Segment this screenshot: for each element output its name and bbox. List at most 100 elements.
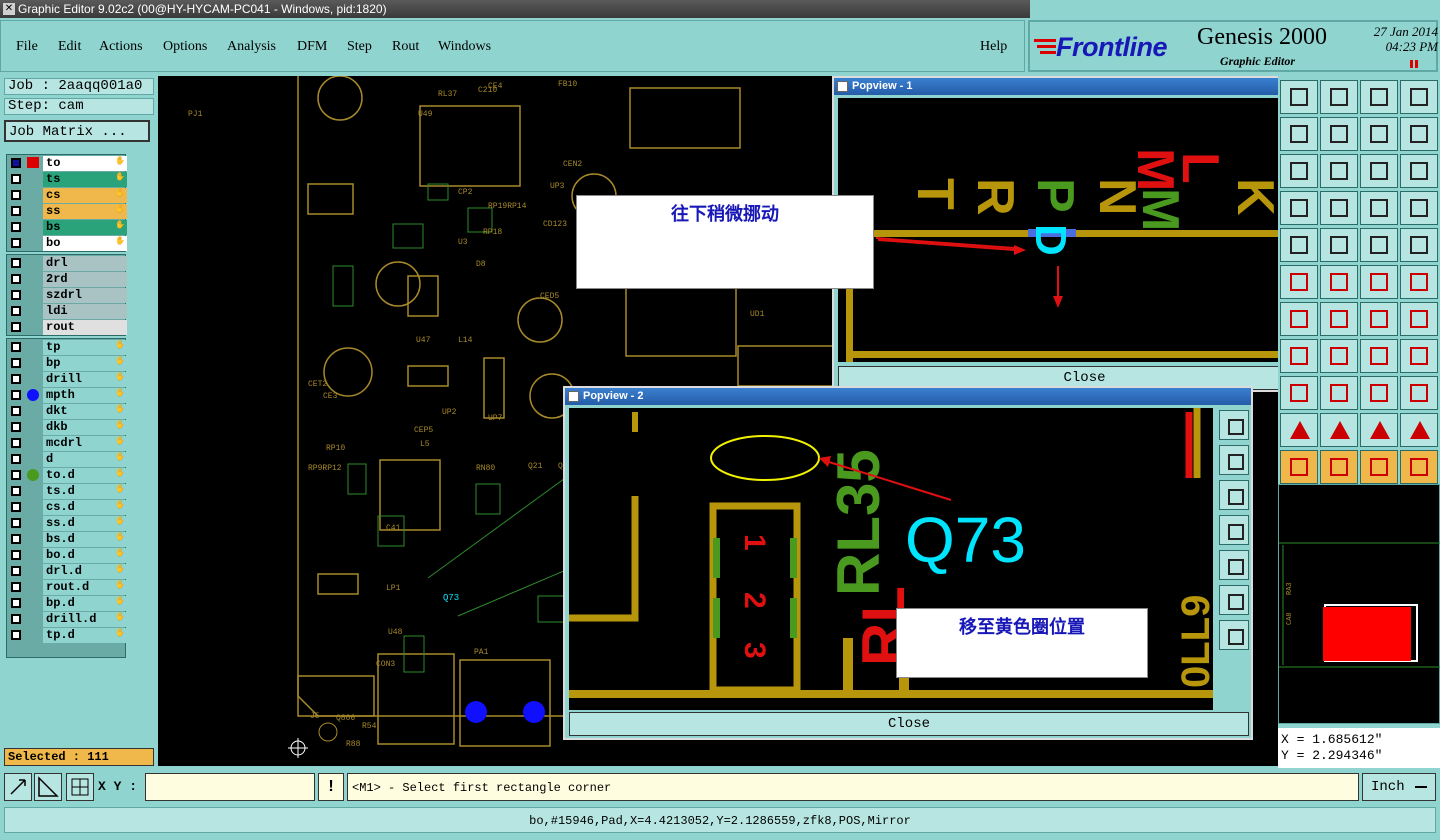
menu-edit[interactable]: Edit — [58, 39, 81, 55]
layer-checkbox[interactable] — [11, 238, 21, 248]
menu-file[interactable]: File — [16, 39, 38, 55]
tool-button[interactable] — [1320, 80, 1358, 114]
tool-button[interactable] — [1280, 191, 1318, 225]
layer-row-to-d[interactable]: to.d ✋ — [7, 468, 127, 483]
tool-button[interactable] — [1360, 265, 1398, 299]
tool-button[interactable] — [1320, 450, 1358, 484]
tool-button[interactable] — [1400, 228, 1438, 262]
tool-button[interactable] — [1360, 376, 1398, 410]
tool-button[interactable] — [1320, 413, 1358, 447]
menu-analysis[interactable]: Analysis — [227, 39, 276, 55]
tool-button[interactable] — [1360, 413, 1398, 447]
menu-options[interactable]: Options — [163, 39, 207, 55]
tool-button[interactable] — [1320, 376, 1358, 410]
layer-row-cs-d[interactable]: cs.d ✋ — [7, 500, 127, 515]
app-icon[interactable]: ✕ — [3, 3, 15, 15]
tool-button[interactable] — [1360, 80, 1398, 114]
layer-row-bp-d[interactable]: bp.d ✋ — [7, 596, 127, 611]
layer-checkbox[interactable] — [11, 342, 21, 352]
layer-row-bs[interactable]: bs ✋ — [7, 220, 127, 235]
alert-icon[interactable]: ! — [318, 773, 344, 801]
tool-button[interactable] — [1360, 302, 1398, 336]
xy-input[interactable] — [145, 773, 315, 801]
tool-button[interactable] — [1400, 339, 1438, 373]
job-matrix-button[interactable]: Job Matrix ... — [4, 120, 150, 142]
layer-checkbox[interactable] — [11, 566, 21, 576]
menu-actions[interactable]: Actions — [99, 39, 143, 55]
popview-tool-button[interactable] — [1219, 585, 1249, 615]
tool-button[interactable] — [1280, 450, 1318, 484]
layer-row-2rd[interactable]: 2rd — [7, 272, 127, 287]
layer-name[interactable]: rout — [43, 320, 127, 335]
tool-button[interactable] — [1320, 117, 1358, 151]
menu-help[interactable]: Help — [980, 39, 1007, 55]
layer-checkbox[interactable] — [11, 598, 21, 608]
menu-rout[interactable]: Rout — [392, 39, 419, 55]
tool-button[interactable] — [1400, 80, 1438, 114]
tool-button[interactable] — [1280, 228, 1318, 262]
tool-button[interactable] — [1320, 339, 1358, 373]
tool-button[interactable] — [1320, 228, 1358, 262]
layer-row-drl-d[interactable]: drl.d ✋ — [7, 564, 127, 579]
layer-checkbox[interactable] — [11, 534, 21, 544]
layer-row-drill-d[interactable]: drill.d ✋ — [7, 612, 127, 627]
layer-row-tp-d[interactable]: tp.d ✋ — [7, 628, 127, 643]
layer-checkbox[interactable] — [11, 222, 21, 232]
tool-button[interactable] — [1360, 117, 1398, 151]
layer-checkbox[interactable] — [11, 258, 21, 268]
layer-row-bs-d[interactable]: bs.d ✋ — [7, 532, 127, 547]
layer-row-bp[interactable]: bp ✋ — [7, 356, 127, 371]
layer-row-rout[interactable]: rout — [7, 320, 127, 335]
tool-button[interactable] — [1280, 154, 1318, 188]
layer-row-bo[interactable]: bo ✋ — [7, 236, 127, 251]
popview-tool-button[interactable] — [1219, 550, 1249, 580]
layer-row-to[interactable]: to ✋ — [7, 156, 127, 171]
layer-checkbox[interactable] — [11, 158, 21, 168]
tool-button[interactable] — [1280, 265, 1318, 299]
layer-row-drill[interactable]: drill ✋ — [7, 372, 127, 387]
popview-2-close-button[interactable]: Close — [569, 712, 1249, 736]
popview-tool-button[interactable] — [1219, 515, 1249, 545]
popview-tool-button[interactable] — [1219, 445, 1249, 475]
layer-checkbox[interactable] — [11, 290, 21, 300]
tool-button[interactable] — [1360, 228, 1398, 262]
tool-button[interactable] — [1400, 376, 1438, 410]
tool-button[interactable] — [1360, 339, 1398, 373]
tool-button[interactable] — [1320, 265, 1358, 299]
layer-checkbox[interactable] — [11, 406, 21, 416]
tool-button[interactable] — [1280, 376, 1318, 410]
layer-name[interactable]: szdrl — [43, 288, 127, 303]
tool-button[interactable] — [1280, 80, 1318, 114]
layer-checkbox[interactable] — [11, 274, 21, 284]
layer-row-ss[interactable]: ss ✋ — [7, 204, 127, 219]
layer-checkbox[interactable] — [11, 422, 21, 432]
layer-row-dkt[interactable]: dkt ✋ — [7, 404, 127, 419]
layer-row-ts[interactable]: ts ✋ — [7, 172, 127, 187]
layer-row-bo-d[interactable]: bo.d ✋ — [7, 548, 127, 563]
tool-button[interactable] — [1280, 339, 1318, 373]
tool-button[interactable] — [1320, 154, 1358, 188]
layer-checkbox[interactable] — [11, 518, 21, 528]
layer-checkbox[interactable] — [11, 306, 21, 316]
layer-checkbox[interactable] — [11, 454, 21, 464]
layer-checkbox[interactable] — [11, 358, 21, 368]
popview-tool-button[interactable] — [1219, 480, 1249, 510]
select-tool-button[interactable] — [4, 773, 32, 801]
units-select[interactable]: Inch — [1362, 773, 1436, 801]
tool-button[interactable] — [1400, 154, 1438, 188]
layer-checkbox[interactable] — [11, 438, 21, 448]
layer-checkbox[interactable] — [11, 374, 21, 384]
layer-row-mpth[interactable]: mpth ✋ — [7, 388, 127, 403]
tool-button[interactable] — [1360, 191, 1398, 225]
menu-step[interactable]: Step — [347, 39, 372, 55]
layer-checkbox[interactable] — [11, 486, 21, 496]
tool-button[interactable] — [1400, 265, 1438, 299]
layer-checkbox[interactable] — [11, 390, 21, 400]
tool-button[interactable] — [1400, 191, 1438, 225]
tool-button[interactable] — [1320, 302, 1358, 336]
tool-button[interactable] — [1360, 154, 1398, 188]
tool-button[interactable] — [1400, 450, 1438, 484]
mini-map[interactable]: CA8 RA3 — [1278, 484, 1440, 724]
layer-row-ldi[interactable]: ldi — [7, 304, 127, 319]
menu-dfm[interactable]: DFM — [297, 39, 327, 55]
